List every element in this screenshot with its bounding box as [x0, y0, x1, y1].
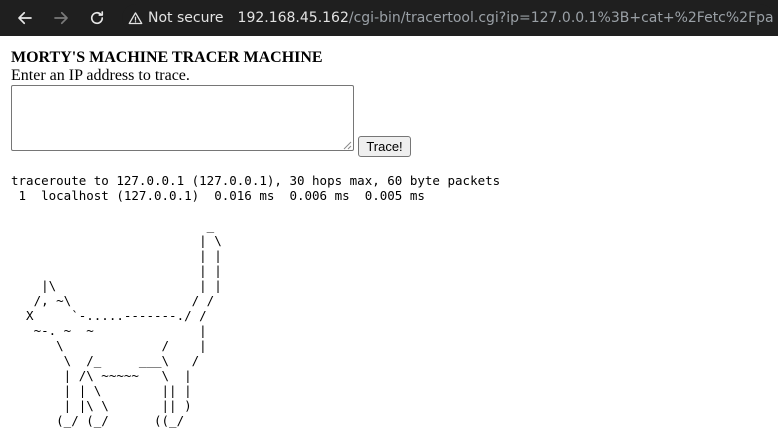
- reload-icon: [90, 11, 104, 25]
- url-path: /cgi-bin/tracertool.cgi?ip=127.0.0.1%3B+…: [348, 10, 774, 26]
- back-button[interactable]: [7, 0, 43, 36]
- security-chip[interactable]: Not secure: [128, 10, 224, 26]
- warning-triangle-icon: [128, 11, 143, 24]
- trace-output: traceroute to 127.0.0.1 (127.0.0.1), 30 …: [11, 173, 501, 428]
- reload-button[interactable]: [79, 0, 115, 36]
- arrow-right-icon: [54, 11, 68, 25]
- ip-input[interactable]: [11, 85, 354, 151]
- security-label: Not secure: [148, 10, 224, 26]
- url-host: 192.168.45.162: [237, 10, 349, 26]
- page-content: MORTY'S MACHINE TRACER MACHINE Enter an …: [11, 36, 778, 441]
- trace-button[interactable]: Trace!: [358, 136, 411, 157]
- browser-toolbar: Not secure 192.168.45.162/cgi-bin/tracer…: [0, 0, 778, 36]
- page-subtitle: Enter an IP address to trace.: [11, 67, 190, 84]
- address-bar[interactable]: Not secure 192.168.45.162/cgi-bin/tracer…: [122, 4, 774, 32]
- forward-button[interactable]: [43, 0, 79, 36]
- page-title: MORTY'S MACHINE TRACER MACHINE: [11, 49, 323, 66]
- arrow-left-icon: [18, 11, 32, 25]
- resize-grip-icon[interactable]: [342, 140, 352, 150]
